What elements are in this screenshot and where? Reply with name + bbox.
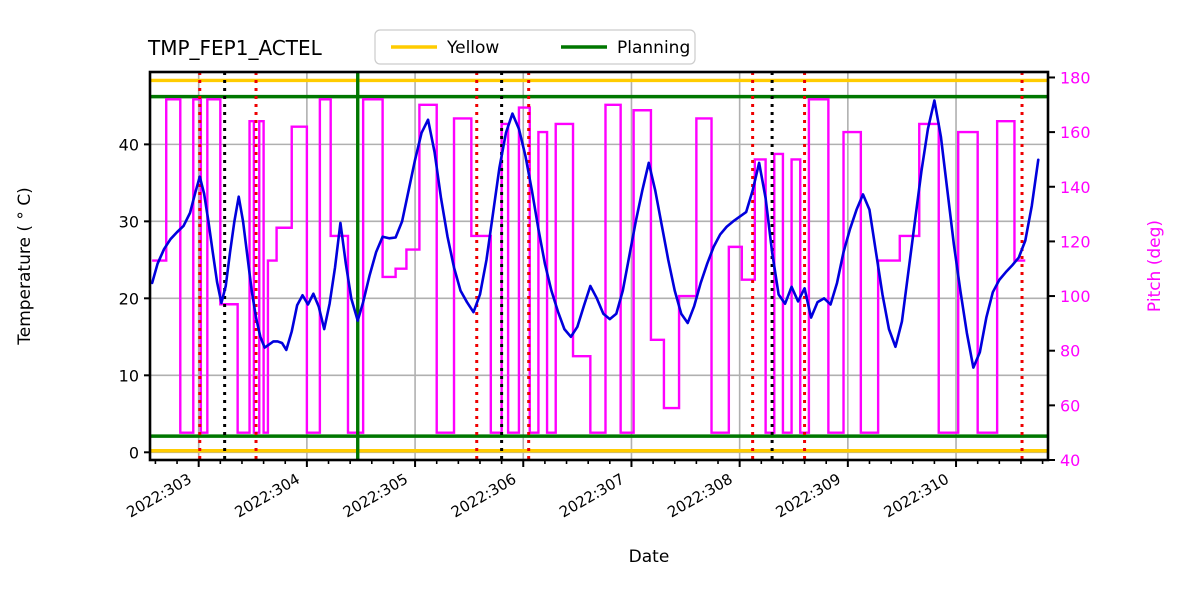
temperature-pitch-chart: 0 10 20 30 40 40 60 80 100 120 140 160 180 2022:303 20… bbox=[15, 29, 1165, 567]
ytick-label-left: 0 bbox=[129, 443, 139, 462]
ytick-label-right: 100 bbox=[1060, 287, 1091, 306]
xtick-label: 2022:307 bbox=[556, 470, 627, 522]
legend-label-yellow: Yellow bbox=[446, 38, 499, 58]
ytick-label-left: 20 bbox=[119, 289, 139, 308]
ytick-label-right: 120 bbox=[1060, 232, 1091, 251]
ytick-label-right: 80 bbox=[1060, 342, 1080, 361]
y2-axis-label: Pitch (deg) bbox=[1145, 220, 1165, 312]
ytick-label-right: 40 bbox=[1060, 451, 1080, 470]
ytick-label-left: 30 bbox=[119, 212, 139, 231]
y-axis-label: Temperature ( ° C) bbox=[15, 187, 35, 346]
x-axis-label: Date bbox=[629, 547, 670, 567]
ytick-label-right: 180 bbox=[1060, 68, 1091, 87]
ytick-label-right: 60 bbox=[1060, 396, 1080, 415]
xtick-label: 2022:306 bbox=[448, 470, 519, 522]
xtick-label: 2022:304 bbox=[232, 470, 303, 522]
plot-background bbox=[150, 72, 1048, 460]
xtick-label: 2022:310 bbox=[881, 470, 952, 522]
ytick-label-right: 160 bbox=[1060, 123, 1091, 142]
xtick-label: 2022:303 bbox=[123, 470, 194, 522]
xtick-label: 2022:308 bbox=[664, 470, 735, 522]
chart-figure: 0 10 20 30 40 40 60 80 100 120 140 160 180 2022:303 20… bbox=[0, 0, 1200, 600]
ytick-label-left: 40 bbox=[119, 135, 139, 154]
xtick-label: 2022:305 bbox=[340, 470, 411, 522]
ytick-label-left: 10 bbox=[119, 366, 139, 385]
chart-title: TMP_FEP1_ACTEL bbox=[147, 36, 323, 60]
legend-label-planning: Planning bbox=[617, 38, 690, 58]
ytick-label-right: 140 bbox=[1060, 178, 1091, 197]
xtick-label: 2022:309 bbox=[773, 470, 844, 522]
